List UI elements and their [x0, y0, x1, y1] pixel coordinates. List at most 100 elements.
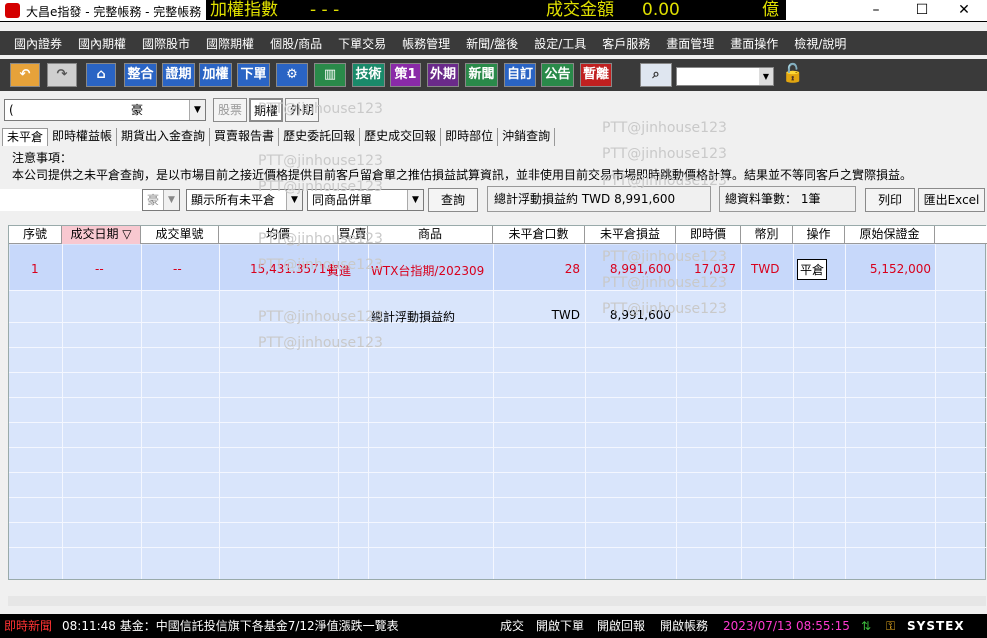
query-button[interactable]: 查詢 — [428, 188, 478, 212]
filter-stock-button[interactable]: 股票 — [213, 98, 247, 122]
chevron-down-icon: ▼ — [407, 190, 423, 210]
tab-deposit[interactable]: 期貨出入金查詢 — [117, 128, 211, 146]
news-label[interactable]: 即時新聞 — [4, 615, 52, 637]
left-combo[interactable]: 豪 ▼ — [142, 189, 180, 211]
maximize-button[interactable]: ☐ — [899, 0, 945, 22]
menu-settings[interactable]: 設定/工具 — [526, 35, 594, 52]
grid-line — [9, 290, 987, 291]
menu-screen-manage[interactable]: 畫面管理 — [658, 35, 722, 52]
cell-product: WTX台指期/202309 — [371, 264, 485, 278]
col-currency[interactable]: 幣別 — [741, 226, 793, 244]
menu-stock-product[interactable]: 個股/商品 — [262, 35, 330, 52]
undo-icon[interactable]: ↶ — [10, 63, 40, 87]
fill-link[interactable]: 成交 — [500, 615, 524, 637]
status-bar: 即時新聞 08:11:48 基金：中國信託投信旗下各基金7/12淨值漲跌一覽表 … — [0, 614, 987, 638]
tool-strategy-button[interactable]: 策1 — [390, 63, 421, 87]
account-suffix: 豪 — [131, 103, 144, 117]
gear-icon[interactable]: ⚙ — [276, 63, 308, 87]
menu-domestic-securities[interactable]: 國內證券 — [6, 35, 70, 52]
menu-service[interactable]: 客戶服務 — [594, 35, 658, 52]
view-select-value: 顯示所有未平倉 — [191, 193, 276, 207]
menu-account[interactable]: 帳務管理 — [394, 35, 458, 52]
watermark: PTT@jinhouse123 — [258, 335, 383, 351]
col-order-no[interactable]: 成交單號 — [141, 226, 219, 244]
col-product[interactable]: 商品 — [368, 226, 493, 244]
chevron-down-icon: ▼ — [759, 68, 773, 85]
menu-screen-operate[interactable]: 畫面操作 — [722, 35, 786, 52]
grid-line — [9, 372, 987, 373]
menu-intl-stocks[interactable]: 國際股市 — [134, 35, 198, 52]
cell-date: -- — [95, 262, 104, 276]
grid-line — [9, 347, 987, 348]
cell-margin: 5,152,000 — [869, 262, 931, 276]
col-action[interactable]: 操作 — [793, 226, 845, 244]
menu-bar: 國內證券 國內期權 國際股市 國際期權 個股/商品 下單交易 帳務管理 新聞/盤… — [0, 31, 987, 55]
tab-order-history[interactable]: 歷史委託回報 — [279, 128, 361, 146]
col-qty[interactable]: 未平倉口數 — [493, 226, 585, 244]
open-report-link[interactable]: 開啟回報 — [597, 615, 645, 637]
cell-currency: TWD — [751, 262, 780, 276]
tool-announce-button[interactable]: 公告 — [541, 63, 574, 87]
brand-logo: SYSTEX — [907, 619, 965, 633]
tool-foreign-futures-button[interactable]: 外期 — [427, 63, 459, 87]
datetime: 2023/07/13 08:55:15 — [723, 619, 850, 633]
close-position-button[interactable]: 平倉 — [797, 259, 828, 280]
tool-away-button[interactable]: 暫離 — [580, 63, 612, 87]
redo-icon[interactable]: ↷ — [47, 63, 77, 87]
watermark: PTT@jinhouse123 — [602, 146, 727, 162]
col-margin[interactable]: 原始保證金 — [845, 226, 935, 244]
tool-securities-futures-button[interactable]: 證期 — [162, 63, 195, 87]
tab-equity[interactable]: 即時權益帳 — [48, 128, 118, 146]
col-last-price[interactable]: 即時價 — [676, 226, 741, 244]
chart-icon[interactable]: ▥ — [314, 63, 346, 87]
grid-line — [9, 397, 987, 398]
home-icon[interactable]: ⌂ — [86, 63, 116, 87]
ticker-name: 加權指數 — [210, 0, 278, 20]
menu-order[interactable]: 下單交易 — [330, 35, 394, 52]
col-date[interactable]: 成交日期 ▽ — [62, 226, 141, 244]
watermark: PTT@jinhouse123 — [602, 301, 727, 317]
grid-line — [9, 472, 987, 473]
lock-icon[interactable]: 🔓 — [779, 63, 807, 87]
notice-text: 本公司提供之未平倉查詢，是以市場目前之接近價格提供目前客戶留倉單之推估損益試算資… — [12, 168, 913, 182]
grid-line — [9, 522, 987, 523]
tab-positions[interactable]: 即時部位 — [441, 128, 499, 146]
unclosed-position-panel: ( 豪 ▼ 股票 期權 外期 未平倉 即時權益帳 期貨出入金查詢 買賣報告書 歷… — [0, 93, 987, 613]
float-pnl-label: 總計浮動損益約 — [494, 192, 579, 206]
tab-unclosed[interactable]: 未平倉 — [2, 128, 49, 146]
horizontal-scrollbar[interactable] — [8, 596, 986, 606]
grid-line — [338, 244, 339, 579]
chevron-down-icon: ▼ — [189, 100, 205, 120]
grid-line — [935, 244, 936, 579]
tab-offset[interactable]: 沖銷查詢 — [498, 128, 556, 146]
menu-help[interactable]: 檢視/說明 — [786, 35, 854, 52]
export-excel-button[interactable]: 匯出Excel — [918, 188, 985, 212]
tool-index-button[interactable]: 加權 — [199, 63, 232, 87]
tab-trade-report[interactable]: 買賣報告書 — [210, 128, 280, 146]
watermark: PTT@jinhouse123 — [258, 153, 383, 169]
grid-line — [141, 244, 142, 579]
col-seq[interactable]: 序號 — [9, 226, 62, 244]
minimize-button[interactable]: – — [853, 0, 899, 22]
grid-line — [676, 244, 677, 579]
close-button[interactable]: ✕ — [941, 0, 987, 22]
updown-arrow-icon: ⇅ — [861, 619, 872, 633]
tool-integrate-button[interactable]: 整合 — [124, 63, 157, 87]
tab-fill-history[interactable]: 歷史成交回報 — [360, 128, 442, 146]
query-tabs: 未平倉 即時權益帳 期貨出入金查詢 買賣報告書 歷史委託回報 歷史成交回報 即時… — [2, 128, 556, 146]
toolbar-combo[interactable]: ▼ — [676, 67, 774, 86]
col-pnl[interactable]: 未平倉損益 — [585, 226, 676, 244]
tool-order-button[interactable]: 下單 — [237, 63, 270, 87]
open-account-link[interactable]: 開啟帳務 — [660, 615, 708, 637]
menu-intl-futures[interactable]: 國際期權 — [198, 35, 262, 52]
tool-news-button[interactable]: 新聞 — [465, 63, 498, 87]
news-ticker[interactable]: 08:11:48 基金：中國信託投信旗下各基金7/12淨值漲跌一覽表 — [62, 615, 399, 637]
print-button[interactable]: 列印 — [865, 188, 915, 212]
account-select[interactable]: ( 豪 ▼ — [4, 99, 206, 121]
menu-news[interactable]: 新聞/盤後 — [458, 35, 526, 52]
tool-custom-button[interactable]: 自訂 — [504, 63, 536, 87]
search-icon[interactable]: ⌕ — [640, 63, 672, 87]
tool-technical-button[interactable]: 技術 — [352, 63, 385, 87]
menu-domestic-futures[interactable]: 國內期權 — [70, 35, 134, 52]
open-order-link[interactable]: 開啟下單 — [536, 615, 584, 637]
